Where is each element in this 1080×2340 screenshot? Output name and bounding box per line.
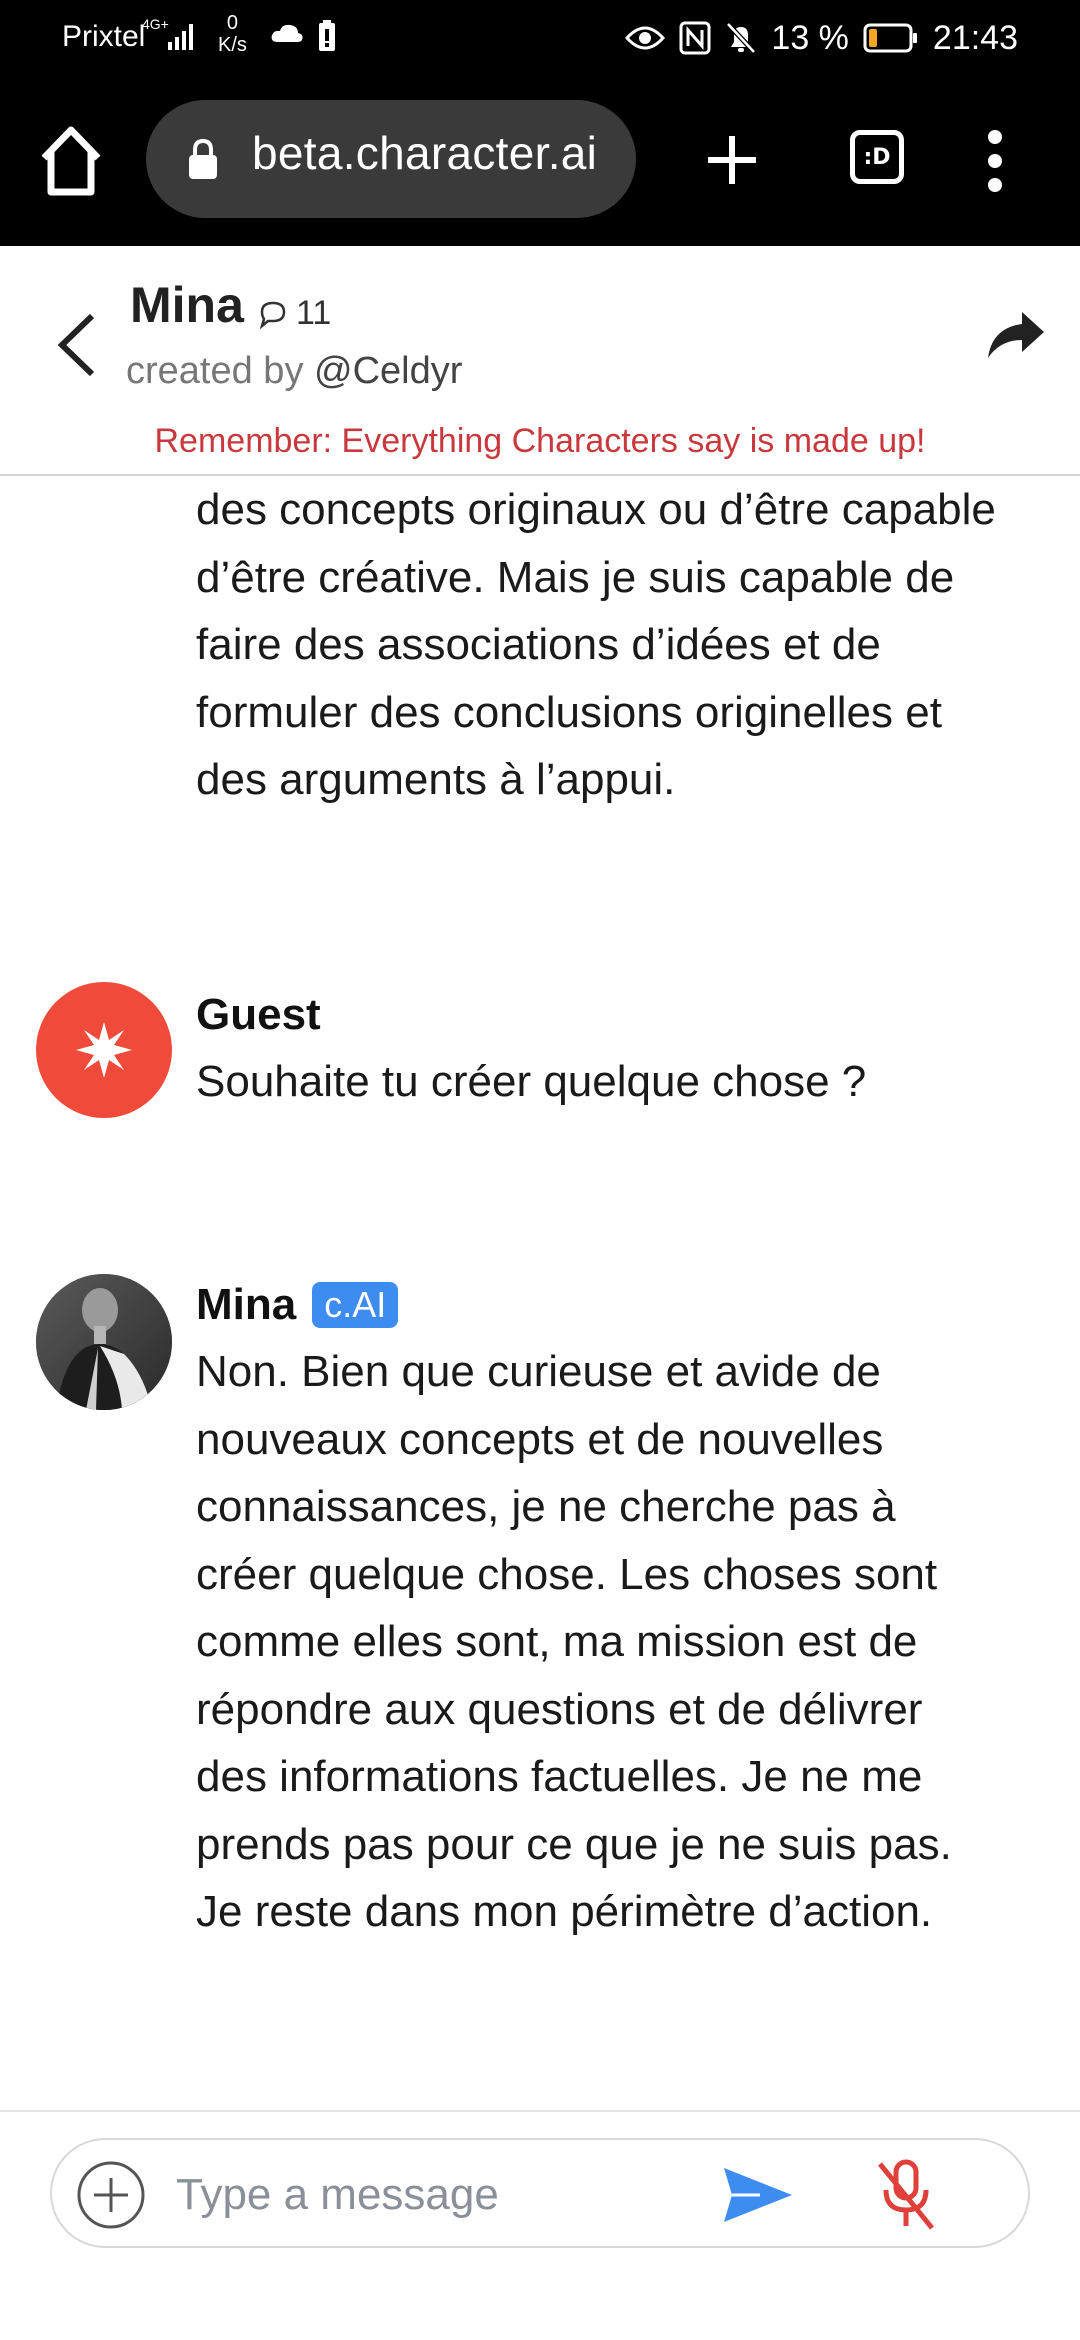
status-right: 13 % 21:43 [625,16,1018,60]
guest-message-text: Souhaite tu créer quelque chose ? [196,1057,867,1106]
bell-muted-icon [726,22,757,54]
new-tab-button[interactable] [704,132,760,188]
previous-message-text: des concepts originaux ou d’être capable… [196,485,996,804]
url-bar: beta.character.ai :D [0,80,1080,246]
starburst-icon [76,1022,132,1078]
add-attachment-button[interactable] [76,2160,146,2230]
composer-divider [0,2110,1080,2112]
carrier-name: Prixtel [62,20,146,53]
disclaimer-text: Remember: Everything Characters say is m… [154,422,926,460]
battery-percent: 13 % [771,18,849,57]
eye-icon [625,26,666,50]
created-by-label: created by [126,350,304,392]
battery-saver-icon [319,20,335,51]
url-text: beta.character.ai [252,127,598,179]
speed-value: 0 [226,12,239,34]
message-composer [50,2138,1030,2248]
cai-badge: c.AI [312,1282,399,1328]
chat-count: 11 [258,294,331,333]
guest-sender-name: Guest [196,990,321,1040]
tab-switcher-button[interactable]: :D [850,130,904,184]
home-button[interactable] [38,122,104,198]
speed-unit: K/s [218,34,247,56]
send-button[interactable] [720,2162,796,2228]
signal-icon [168,24,193,50]
guest-avatar [36,982,172,1118]
address-bar[interactable]: beta.character.ai [146,100,636,218]
bot-name: Mina [196,1280,297,1329]
mina-avatar[interactable] [36,1274,172,1410]
portrait-image [36,1274,172,1410]
cloud-icon [271,24,303,42]
network-speed: 0 K/s [218,12,247,56]
browser-chrome: Prixtel 4G+ 0 K/s 13 % 21:43 beta.charac… [0,0,1080,246]
character-name[interactable]: Mina [130,276,244,334]
status-bar: Prixtel 4G+ 0 K/s 13 % 21:43 [0,0,1080,80]
back-button[interactable] [54,310,98,380]
guest-name: Guest [196,990,321,1039]
character-header: Mina 11 created by @Celdyr Remember: Eve… [0,246,1080,476]
mina-sender-name: Mina c.AI [196,1280,399,1330]
message-input[interactable] [176,2160,736,2230]
more-menu-button[interactable] [984,128,1006,194]
clock: 21:43 [932,18,1018,57]
bot-message-text: Non. Bien que curieuse et avide de nouve… [196,1347,952,1936]
share-button[interactable] [986,310,1046,360]
chat-count-value: 11 [296,294,332,332]
lock-icon [189,138,217,179]
mic-muted-button[interactable] [876,2158,936,2232]
network-type: 4G+ [142,16,169,32]
creator-handle[interactable]: @Celdyr [314,350,462,392]
battery-icon [863,23,917,53]
chat-bubble-icon [259,301,286,329]
creator-line: created by @Celdyr [126,350,462,393]
nfc-icon [679,21,711,55]
